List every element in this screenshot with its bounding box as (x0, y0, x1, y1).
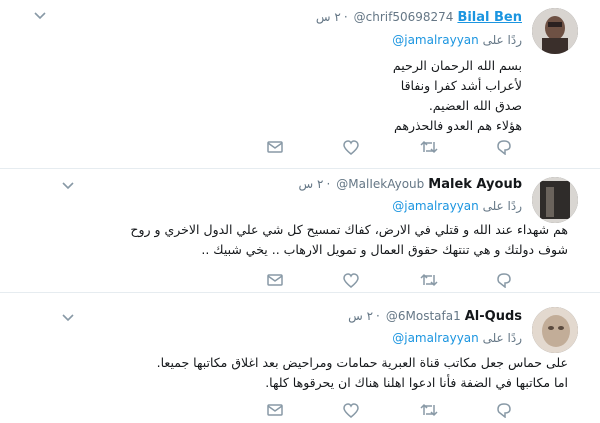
like-heart-icon[interactable] (343, 403, 361, 421)
reply-context: ردًا على @jamalrayyan (392, 331, 522, 345)
like-heart-icon[interactable] (343, 140, 361, 158)
mail-icon[interactable] (267, 273, 285, 291)
tweet-header: Malek Ayoub @MalIekAyoub · ٢ س (299, 175, 522, 193)
chevron-down-icon[interactable] (62, 314, 76, 324)
reply-mention[interactable]: @jamalrayyan (392, 199, 479, 213)
tweet-line: هم شهداء عند الله و قتلي في الارض، كفاك … (130, 222, 568, 237)
tweet-header: Al-Quds @6Mostafa1 · ٢ س (348, 307, 522, 325)
tweet-line: صدق الله العضيم. (428, 98, 522, 113)
tweet-2[interactable]: Malek Ayoub @MalIekAyoub · ٢ س ردًا على … (0, 169, 600, 291)
timestamp[interactable]: ٢ س (348, 309, 373, 323)
tweet-header: Bilal Ben @chrif50698274 · ٢ س (316, 8, 522, 26)
timestamp[interactable]: ٢ س (316, 10, 341, 24)
author-handle[interactable]: @chrif50698274 (354, 10, 454, 24)
retweet-icon[interactable] (420, 403, 438, 421)
tweet-text: بسم الله الرحمان الرحيم لأعراب أشد كفرا … (393, 56, 522, 136)
separator-dot: · (343, 10, 348, 24)
chevron-down-icon[interactable] (34, 12, 48, 22)
tweet-line: بسم الله الرحمان الرحيم (392, 58, 522, 73)
tweet-line: شوف دولتك و هي تنتهك حقوق العمال و تمويل… (201, 242, 568, 257)
timestamp[interactable]: ٢ س (299, 177, 324, 191)
tweet-actions (0, 273, 600, 293)
avatar[interactable] (532, 177, 578, 223)
mail-icon[interactable] (267, 140, 285, 158)
author-name[interactable]: Bilal Ben (457, 10, 522, 25)
author-name[interactable]: Al-Quds (465, 309, 522, 324)
reply-context: ردًا على @jamalrayyan (392, 199, 522, 213)
reply-mention[interactable]: @jamalrayyan (392, 33, 479, 47)
reply-icon[interactable] (496, 140, 514, 158)
separator-dot: · (326, 177, 331, 191)
mail-icon[interactable] (267, 403, 285, 421)
like-heart-icon[interactable] (343, 273, 361, 291)
retweet-icon[interactable] (420, 273, 438, 291)
tweet-line: لأعراب أشد كفرا ونفاقا (400, 78, 522, 93)
tweet-3[interactable]: Al-Quds @6Mostafa1 · ٢ س ردًا على @jamal… (0, 293, 600, 423)
reply-mention[interactable]: @jamalrayyan (392, 331, 479, 345)
reply-prefix: ردًا على (482, 331, 522, 345)
separator-dot: · (376, 309, 380, 323)
retweet-icon[interactable] (420, 140, 438, 158)
chevron-down-icon[interactable] (62, 182, 76, 192)
reply-prefix: ردًا على (482, 33, 522, 47)
author-handle[interactable]: @6Mostafa1 (386, 309, 461, 323)
tweet-line: على حماس جعل مكاتب قناة العبرية حمامات و… (156, 355, 568, 370)
author-handle[interactable]: @MalIekAyoub (336, 177, 424, 191)
avatar[interactable] (532, 8, 578, 54)
reply-icon[interactable] (496, 403, 514, 421)
tweet-line: اما مكاتبها في الضفة فأنا ادعوا اهلنا هن… (265, 375, 568, 390)
reply-prefix: ردًا على (482, 199, 522, 213)
reply-icon[interactable] (496, 273, 514, 291)
tweet-line: هؤلاء هم العدو فالحذرهم (394, 118, 522, 133)
reply-context: ردًا على @jamalrayyan (392, 33, 522, 47)
tweet-1[interactable]: Bilal Ben @chrif50698274 · ٢ س ردًا على … (0, 0, 600, 168)
tweet-actions (0, 403, 600, 423)
tweet-text: هم شهداء عند الله و قتلي في الارض، كفاك … (130, 220, 568, 260)
author-name[interactable]: Malek Ayoub (428, 177, 522, 192)
tweet-actions (0, 140, 600, 160)
avatar[interactable] (532, 307, 578, 353)
tweet-text: على حماس جعل مكاتب قناة العبرية حمامات و… (157, 353, 568, 393)
